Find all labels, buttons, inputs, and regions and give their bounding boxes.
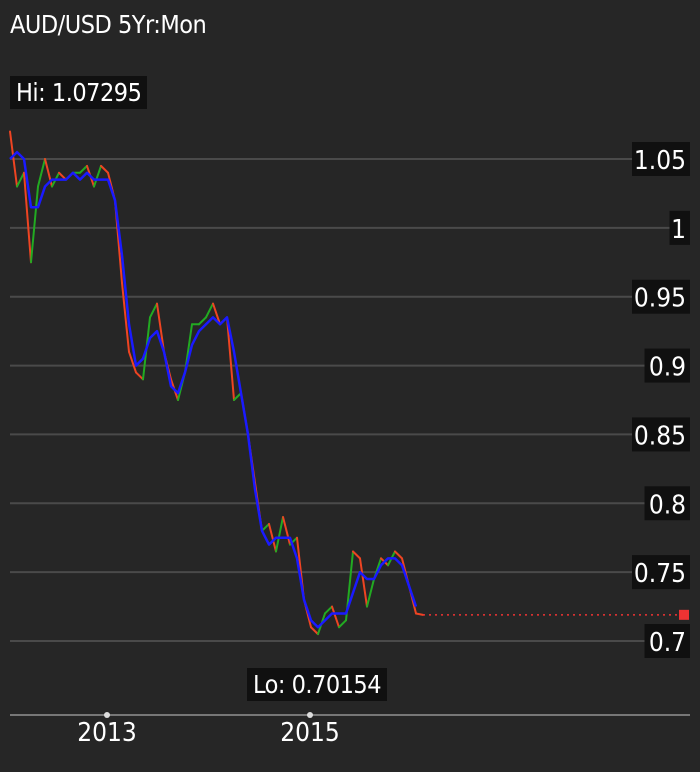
y-tick-label: 0.7: [649, 628, 686, 658]
price-segment: [359, 557, 368, 608]
y-tick-label: 0.9: [649, 353, 686, 383]
price-segment: [275, 516, 284, 553]
price-segment: [324, 605, 333, 615]
price-segment: [205, 302, 214, 319]
price-segment: [310, 626, 319, 636]
price-segment: [198, 316, 207, 326]
price-segment: [37, 158, 46, 188]
price-segment: [30, 185, 39, 264]
x-tick-label: 2013: [77, 718, 137, 748]
plot-area: 1.05 1 0.95 0.9 0.85 0.8 0.75 0.7 2013 2015: [9, 130, 690, 748]
price-segment: [352, 550, 361, 560]
x-tick-label: 2015: [280, 718, 340, 748]
high-label: Hi: 1.07295: [10, 76, 148, 109]
last-value-marker: [679, 609, 689, 620]
price-segment: [415, 612, 424, 616]
price-segment: [394, 550, 403, 560]
price-segment: [282, 516, 291, 546]
series-layer: [9, 130, 689, 636]
axis-layer: 1.05 1 0.95 0.9 0.85 0.8 0.75 0.7 2013 2015: [10, 142, 690, 748]
y-tick-label: 1.05: [634, 146, 686, 176]
y-tick-label: 0.85: [634, 421, 686, 451]
grid-layer: [10, 158, 690, 642]
chart: AUD/USD 5Yr:Mon 1.05 1 0.95 0.9 0.85 0.8 0.75 0…: [0, 0, 700, 772]
average-line: [9, 150, 418, 629]
y-tick-label: 0.75: [634, 559, 686, 589]
price-segment: [93, 164, 102, 188]
price-segment: [149, 302, 158, 319]
price-segment: [16, 171, 25, 188]
y-tick-label: 0.8: [649, 490, 686, 520]
price-segment: [366, 578, 375, 608]
y-tick-label: 1: [671, 215, 686, 245]
price-segment: [100, 164, 109, 174]
price-segment: [331, 605, 340, 629]
price-segment: [79, 164, 88, 174]
y-tick-label: 0.95: [634, 284, 686, 314]
low-label: Lo: 0.70154: [247, 668, 388, 701]
price-segment: [135, 371, 144, 381]
price-segment: [338, 619, 347, 629]
